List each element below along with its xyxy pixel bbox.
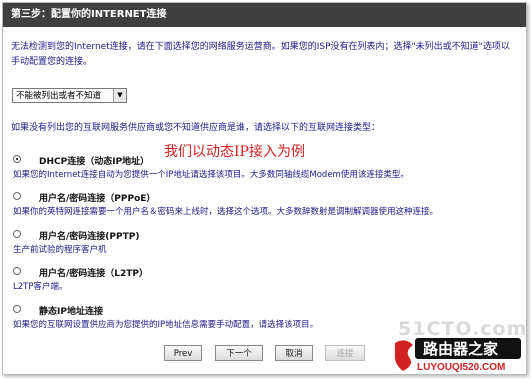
option-static-ip-label: 静态IP地址连接 [39, 307, 103, 317]
step-title: 第三步：配置你的INTERNET连接 [3, 3, 526, 27]
option-dhcp-label: DHCP连接（动态IP地址） [39, 157, 150, 167]
option-l2tp-label: 用户名/密码连接（L2TP） [39, 269, 149, 279]
cancel-button[interactable]: 取消 [275, 345, 313, 361]
radio-static-ip[interactable] [13, 305, 21, 313]
brand-url-text: LUYOUQI520.COM [417, 362, 505, 373]
option-static-ip-desc: 如果您的互联网设置供应商为您提供的IP地址信息需要手动配置，请选择该项目。 [13, 320, 319, 330]
option-pptp-label: 用户名/密码连接(PPTP) [39, 232, 140, 242]
isp-select-value: 不能被列出或者不知道 [16, 91, 102, 101]
intro-text: 无法检测到您的Internet连接，请在下面选择您的网络服务运营商。如果您的IS… [11, 42, 510, 67]
option-dhcp-desc: 如果您的Internet连接自动为您提供一个IP地址请选择该项目。大多数同轴线缆… [13, 170, 409, 180]
radio-dhcp[interactable] [13, 155, 21, 163]
brand-logo-text: 路由器之家 [423, 340, 498, 358]
radio-l2tp[interactable] [13, 267, 21, 275]
connection-type-prompt: 如果没有列出您的互联网服务供应商或您不知道供应商是谁，请选择以下的互联网连接类型… [11, 123, 381, 133]
isp-select[interactable]: 不能被列出或者不知道 ▼ [12, 88, 127, 103]
radio-pppoe[interactable] [13, 192, 21, 200]
option-pppoe-desc: 如果你的英特网连接需要一个用户名＆密码来上线时，选择这个选项。大多数辞数射是调制… [13, 207, 439, 217]
luyouqi-logo: 路由器之家 LUYOUQI520.COM [395, 338, 521, 373]
connect-button[interactable]: 连接 [325, 345, 365, 361]
chevron-down-icon[interactable]: ▼ [113, 89, 126, 102]
prev-button[interactable]: Prev [164, 345, 202, 361]
radio-pptp[interactable] [13, 230, 21, 238]
option-l2tp-desc: L2TP客户端。 [13, 282, 68, 292]
option-pptp-desc: 生产前试验的程序客户机 [13, 245, 107, 255]
next-button[interactable]: 下一个 [215, 345, 263, 361]
annotation-text: 我们以动态IP接入为例 [164, 144, 305, 160]
option-pppoe-label: 用户名/密码连接（PPPoE） [39, 194, 156, 204]
